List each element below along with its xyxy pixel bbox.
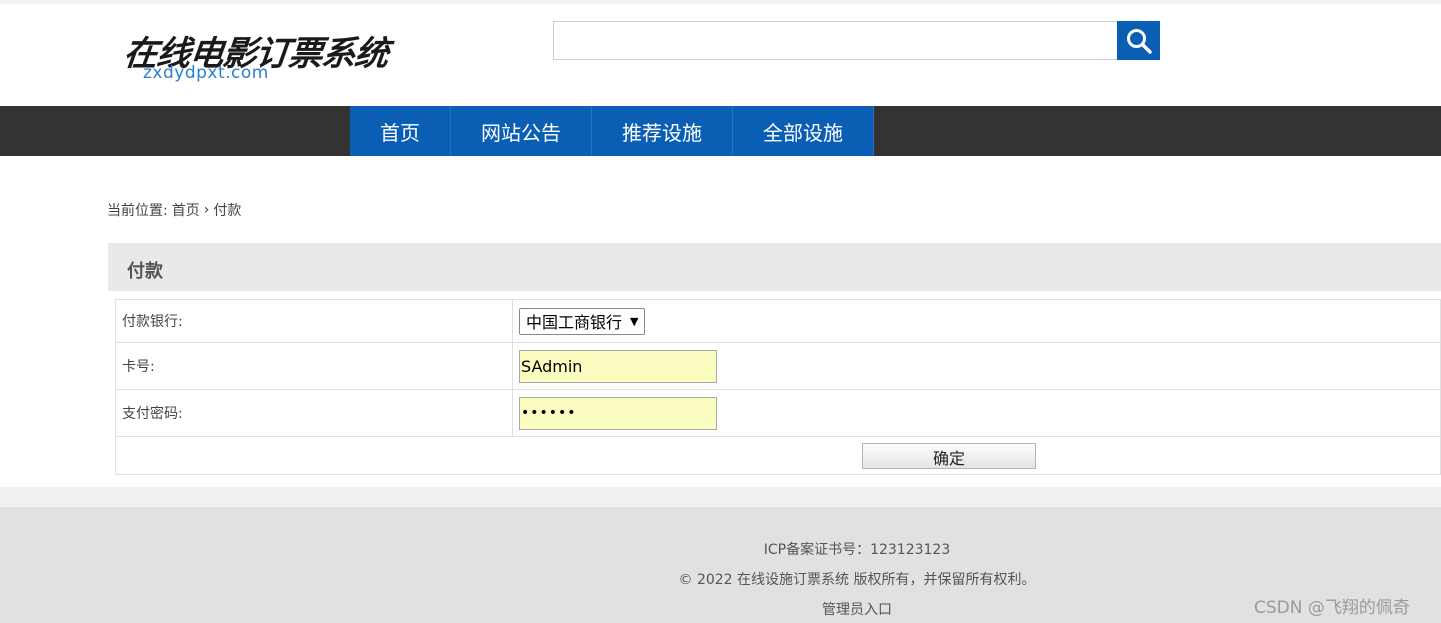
footer-icp: ICP备案证书号：123123123: [763, 542, 951, 558]
password-field-cell: [512, 389, 1441, 437]
nav-item-home[interactable]: 首页: [350, 106, 451, 156]
form-row-submit: 确定: [115, 436, 1441, 475]
footer-admin-link[interactable]: 管理员入口: [0, 599, 1441, 619]
payment-panel-header: 付款: [108, 243, 1441, 291]
footer-divider: [0, 487, 1441, 507]
bank-label: 付款银行:: [115, 299, 513, 343]
payment-form: 付款银行: 中国工商银行 ▼ 卡号: 支付密码: 确定: [115, 299, 1441, 475]
card-number-input[interactable]: [519, 349, 717, 383]
bank-select-value: 中国工商银行: [526, 313, 623, 332]
card-field-cell: [512, 342, 1441, 390]
caret-down-icon: ▼: [630, 314, 639, 328]
breadcrumb: 当前位置: 首页 › 付款: [107, 200, 241, 220]
breadcrumb-prefix: 当前位置:: [107, 203, 168, 219]
nav-item-announcements[interactable]: 网站公告: [451, 106, 592, 156]
card-number-label: 卡号:: [115, 342, 513, 390]
payment-password-input[interactable]: [519, 396, 717, 430]
chevron-right-icon: ›: [203, 202, 210, 218]
logo-domain-text: zxdydpxt.com: [143, 63, 269, 83]
main-nav-bar: 首页 网站公告 推荐设施 全部设施: [0, 106, 1441, 156]
submit-cell: 确定: [115, 436, 1441, 475]
site-logo[interactable]: 在线电影订票系统 zxdydpxt.com: [122, 26, 390, 86]
confirm-button[interactable]: 确定: [862, 442, 1036, 469]
search-button[interactable]: [1117, 21, 1160, 60]
nav-item-all-facilities[interactable]: 全部设施: [733, 106, 874, 156]
top-strip: [0, 0, 1441, 4]
nav-item-recommended[interactable]: 推荐设施: [592, 106, 733, 156]
panel-title: 付款: [127, 261, 163, 282]
bank-field-cell: 中国工商银行 ▼: [512, 299, 1441, 343]
watermark: CSDN @飞翔的佩奇: [1254, 598, 1410, 618]
footer: ICP备案证书号：123123123 © 2022 在线设施订票系统 版权所有，…: [0, 507, 1441, 623]
form-row-bank: 付款银行: 中国工商银行 ▼: [115, 299, 1441, 343]
breadcrumb-home-link[interactable]: 首页: [172, 200, 200, 220]
search-icon: [1126, 28, 1152, 54]
footer-copyright: © 2022 在线设施订票系统 版权所有，并保留所有权利。: [678, 572, 1036, 588]
search-input[interactable]: [553, 21, 1117, 60]
bank-select[interactable]: 中国工商银行 ▼: [519, 307, 646, 335]
password-label: 支付密码:: [115, 389, 513, 437]
breadcrumb-current: 付款: [213, 203, 242, 219]
form-row-card: 卡号:: [115, 342, 1441, 390]
form-row-password: 支付密码:: [115, 389, 1441, 437]
